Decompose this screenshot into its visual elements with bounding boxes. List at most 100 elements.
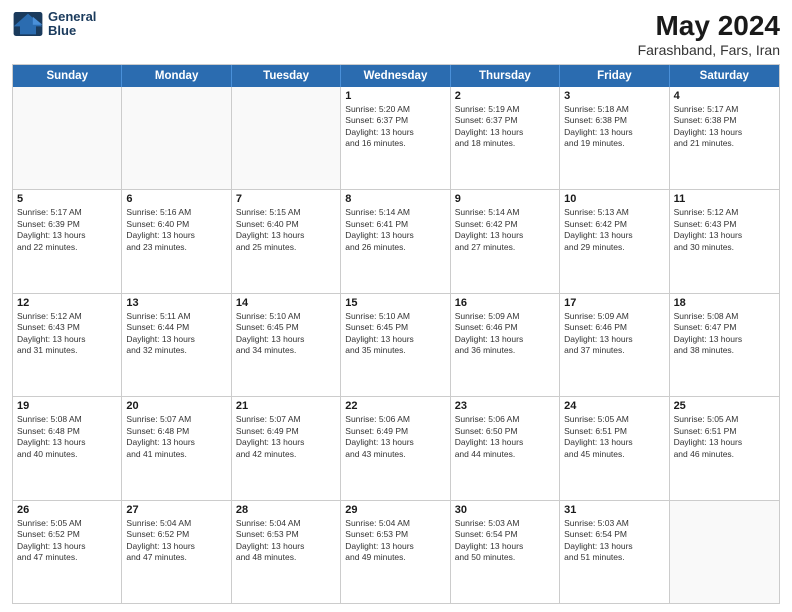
day-cell-19: 19 Sunrise: 5:08 AM Sunset: 6:48 PM Dayli… bbox=[13, 397, 122, 499]
header-friday: Friday bbox=[560, 65, 669, 87]
day-info: Sunrise: 5:11 AM Sunset: 6:44 PM Dayligh… bbox=[126, 311, 226, 357]
day-number: 13 bbox=[126, 297, 226, 309]
day-cell-21: 21 Sunrise: 5:07 AM Sunset: 6:49 PM Dayli… bbox=[232, 397, 341, 499]
day-info: Sunrise: 5:10 AM Sunset: 6:45 PM Dayligh… bbox=[236, 311, 336, 357]
day-cell-16: 16 Sunrise: 5:09 AM Sunset: 6:46 PM Dayli… bbox=[451, 294, 560, 396]
day-cell-3: 3 Sunrise: 5:18 AM Sunset: 6:38 PM Daylig… bbox=[560, 87, 669, 189]
day-cell-20: 20Sunrise: 5:07 AM Sunset: 6:48 PM Dayli… bbox=[122, 397, 231, 499]
day-info: Sunrise: 5:10 AM Sunset: 6:45 PM Dayligh… bbox=[345, 311, 445, 357]
day-number: 8 bbox=[345, 193, 445, 205]
day-number: 25 bbox=[674, 400, 775, 412]
day-number: 17 bbox=[564, 297, 664, 309]
header: General Blue May 2024 Farashband, Fars, … bbox=[12, 10, 780, 58]
day-number: 1 bbox=[345, 90, 445, 102]
logo: General Blue bbox=[12, 10, 96, 39]
day-info: Sunrise: 5:14 AM Sunset: 6:42 PM Dayligh… bbox=[455, 207, 555, 253]
logo-line1: General bbox=[48, 10, 96, 24]
day-info: Sunrise: 5:05 AM Sunset: 6:52 PM Dayligh… bbox=[17, 518, 117, 564]
day-number: 2 bbox=[455, 90, 555, 102]
day-cell-24: 24 Sunrise: 5:05 AM Sunset: 6:51 PM Dayli… bbox=[560, 397, 669, 499]
header-thursday: Thursday bbox=[451, 65, 560, 87]
day-info: Sunrise: 5:09 AM Sunset: 6:46 PM Dayligh… bbox=[455, 311, 555, 357]
day-number: 14 bbox=[236, 297, 336, 309]
day-cell-4: 4 Sunrise: 5:17 AM Sunset: 6:38 PM Daylig… bbox=[670, 87, 779, 189]
day-number: 22 bbox=[345, 400, 445, 412]
day-cell-23: 23Sunrise: 5:06 AM Sunset: 6:50 PM Dayli… bbox=[451, 397, 560, 499]
header-sunday: Sunday bbox=[13, 65, 122, 87]
day-info: Sunrise: 5:13 AM Sunset: 6:42 PM Dayligh… bbox=[564, 207, 664, 253]
day-cell-17: 17 Sunrise: 5:09 AM Sunset: 6:46 PM Dayli… bbox=[560, 294, 669, 396]
day-info: Sunrise: 5:12 AM Sunset: 6:43 PM Dayligh… bbox=[674, 207, 775, 253]
day-number: 5 bbox=[17, 193, 117, 205]
day-info: Sunrise: 5:20 AM Sunset: 6:37 PM Dayligh… bbox=[345, 104, 445, 150]
day-number: 30 bbox=[455, 504, 555, 516]
day-number: 31 bbox=[564, 504, 664, 516]
empty-cell bbox=[13, 87, 122, 189]
day-info: Sunrise: 5:18 AM Sunset: 6:38 PM Dayligh… bbox=[564, 104, 664, 150]
day-number: 28 bbox=[236, 504, 336, 516]
day-number: 19 bbox=[17, 400, 117, 412]
day-number: 21 bbox=[236, 400, 336, 412]
day-number: 15 bbox=[345, 297, 445, 309]
day-cell-28: 28 Sunrise: 5:04 AM Sunset: 6:53 PM Dayli… bbox=[232, 501, 341, 603]
day-info: Sunrise: 5:03 AM Sunset: 6:54 PM Dayligh… bbox=[564, 518, 664, 564]
day-cell-2: 2 Sunrise: 5:19 AM Sunset: 6:37 PM Daylig… bbox=[451, 87, 560, 189]
day-number: 27 bbox=[126, 504, 226, 516]
location: Farashband, Fars, Iran bbox=[638, 42, 780, 58]
day-info: Sunrise: 5:08 AM Sunset: 6:47 PM Dayligh… bbox=[674, 311, 775, 357]
day-info: Sunrise: 5:14 AM Sunset: 6:41 PM Dayligh… bbox=[345, 207, 445, 253]
day-info: Sunrise: 5:07 AM Sunset: 6:49 PM Dayligh… bbox=[236, 414, 336, 460]
day-number: 12 bbox=[17, 297, 117, 309]
day-cell-15: 15 Sunrise: 5:10 AM Sunset: 6:45 PM Dayli… bbox=[341, 294, 450, 396]
day-info: Sunrise: 5:16 AM Sunset: 6:40 PM Dayligh… bbox=[126, 207, 226, 253]
empty-cell bbox=[232, 87, 341, 189]
day-number: 7 bbox=[236, 193, 336, 205]
day-number: 4 bbox=[674, 90, 775, 102]
day-cell-8: 8 Sunrise: 5:14 AM Sunset: 6:41 PM Daylig… bbox=[341, 190, 450, 292]
day-info: Sunrise: 5:19 AM Sunset: 6:37 PM Dayligh… bbox=[455, 104, 555, 150]
header-wednesday: Wednesday bbox=[341, 65, 450, 87]
day-number: 18 bbox=[674, 297, 775, 309]
day-number: 10 bbox=[564, 193, 664, 205]
day-number: 6 bbox=[126, 193, 226, 205]
empty-cell bbox=[122, 87, 231, 189]
calendar-header: Sunday Monday Tuesday Wednesday Thursday… bbox=[13, 65, 779, 87]
day-info: Sunrise: 5:17 AM Sunset: 6:38 PM Dayligh… bbox=[674, 104, 775, 150]
day-cell-22: 22 Sunrise: 5:06 AM Sunset: 6:49 PM Dayli… bbox=[341, 397, 450, 499]
day-info: Sunrise: 5:05 AM Sunset: 6:51 PM Dayligh… bbox=[674, 414, 775, 460]
day-info: Sunrise: 5:08 AM Sunset: 6:48 PM Dayligh… bbox=[17, 414, 117, 460]
day-cell-18: 18 Sunrise: 5:08 AM Sunset: 6:47 PM Dayli… bbox=[670, 294, 779, 396]
day-number: 29 bbox=[345, 504, 445, 516]
calendar-row-3: 19 Sunrise: 5:08 AM Sunset: 6:48 PM Dayli… bbox=[13, 396, 779, 499]
day-info: Sunrise: 5:06 AM Sunset: 6:49 PM Dayligh… bbox=[345, 414, 445, 460]
day-info: Sunrise: 5:05 AM Sunset: 6:51 PM Dayligh… bbox=[564, 414, 664, 460]
page: General Blue May 2024 Farashband, Fars, … bbox=[0, 0, 792, 612]
day-cell-27: 27Sunrise: 5:04 AM Sunset: 6:52 PM Dayli… bbox=[122, 501, 231, 603]
day-number: 16 bbox=[455, 297, 555, 309]
day-cell-13: 13 Sunrise: 5:11 AM Sunset: 6:44 PM Dayli… bbox=[122, 294, 231, 396]
day-number: 11 bbox=[674, 193, 775, 205]
empty-cell bbox=[670, 501, 779, 603]
day-info: Sunrise: 5:15 AM Sunset: 6:40 PM Dayligh… bbox=[236, 207, 336, 253]
day-number: 3 bbox=[564, 90, 664, 102]
header-saturday: Saturday bbox=[670, 65, 779, 87]
day-cell-14: 14 Sunrise: 5:10 AM Sunset: 6:45 PM Dayli… bbox=[232, 294, 341, 396]
logo-line2: Blue bbox=[48, 24, 96, 38]
logo-text: General Blue bbox=[48, 10, 96, 39]
day-number: 9 bbox=[455, 193, 555, 205]
day-info: Sunrise: 5:12 AM Sunset: 6:43 PM Dayligh… bbox=[17, 311, 117, 357]
day-cell-11: 11 Sunrise: 5:12 AM Sunset: 6:43 PM Dayli… bbox=[670, 190, 779, 292]
day-number: 20 bbox=[126, 400, 226, 412]
day-info: Sunrise: 5:17 AM Sunset: 6:39 PM Dayligh… bbox=[17, 207, 117, 253]
day-cell-1: 1 Sunrise: 5:20 AM Sunset: 6:37 PM Daylig… bbox=[341, 87, 450, 189]
calendar-row-4: 26Sunrise: 5:05 AM Sunset: 6:52 PM Dayli… bbox=[13, 500, 779, 603]
month-year: May 2024 bbox=[638, 10, 780, 42]
day-info: Sunrise: 5:09 AM Sunset: 6:46 PM Dayligh… bbox=[564, 311, 664, 357]
day-info: Sunrise: 5:04 AM Sunset: 6:53 PM Dayligh… bbox=[236, 518, 336, 564]
day-info: Sunrise: 5:04 AM Sunset: 6:53 PM Dayligh… bbox=[345, 518, 445, 564]
day-number: 24 bbox=[564, 400, 664, 412]
day-cell-26: 26Sunrise: 5:05 AM Sunset: 6:52 PM Dayli… bbox=[13, 501, 122, 603]
day-cell-5: 5 Sunrise: 5:17 AM Sunset: 6:39 PM Daylig… bbox=[13, 190, 122, 292]
calendar: Sunday Monday Tuesday Wednesday Thursday… bbox=[12, 64, 780, 604]
calendar-body: 1 Sunrise: 5:20 AM Sunset: 6:37 PM Daylig… bbox=[13, 87, 779, 603]
